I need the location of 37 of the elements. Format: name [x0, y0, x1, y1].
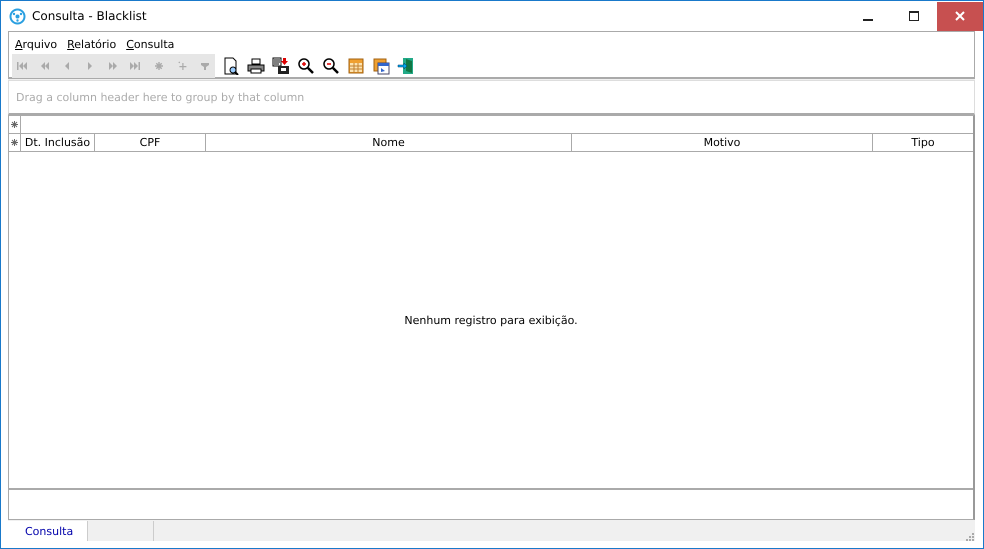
disk-export-icon: [272, 57, 290, 75]
next-page-icon: [107, 60, 119, 72]
zoom-out-icon: [322, 57, 340, 75]
maximize-icon: [909, 11, 919, 21]
last-record-icon: [130, 60, 142, 72]
window-icon: [372, 57, 390, 75]
menu-item[interactable]: Relatório: [67, 37, 116, 54]
toolbar-button[interactable]: [222, 57, 240, 75]
app-icon: [9, 8, 26, 24]
page-magnifier-icon: [222, 57, 240, 75]
column-header[interactable]: Motivo: [572, 134, 873, 151]
toolbar-button[interactable]: [247, 57, 265, 75]
column-header[interactable]: Nome: [206, 134, 572, 151]
toolbar-button[interactable]: [372, 57, 390, 75]
minimize-icon: [863, 19, 873, 21]
first-record-icon: [15, 60, 27, 72]
status-tab[interactable]: Consulta: [8, 521, 87, 541]
toolbar-button[interactable]: [322, 57, 340, 75]
filter-icon: [199, 60, 211, 72]
printer-icon: [247, 57, 265, 75]
menu-item[interactable]: Arquivo: [15, 37, 58, 54]
window-title: Consulta - Blacklist: [32, 9, 148, 23]
column-header[interactable]: Dt. Inclusão: [21, 134, 95, 151]
column-header[interactable]: CPF: [95, 134, 206, 151]
group-panel-hint: Drag a column header here to group by that column: [16, 90, 304, 104]
zoom-in-icon: [297, 57, 315, 75]
status-panel: [87, 521, 154, 541]
close-icon: [955, 11, 965, 21]
table-icon: [347, 57, 365, 75]
exit-door-icon: [397, 57, 415, 75]
close-button[interactable]: [937, 2, 983, 30]
column-header[interactable]: Tipo: [873, 134, 973, 151]
menu-item[interactable]: Consulta: [126, 37, 174, 54]
resize-grip-icon: [965, 532, 974, 541]
empty-message: Nenhum registro para exibição.: [404, 314, 578, 326]
toolbar-button[interactable]: [297, 57, 315, 75]
toolbar-button[interactable]: [272, 57, 290, 75]
